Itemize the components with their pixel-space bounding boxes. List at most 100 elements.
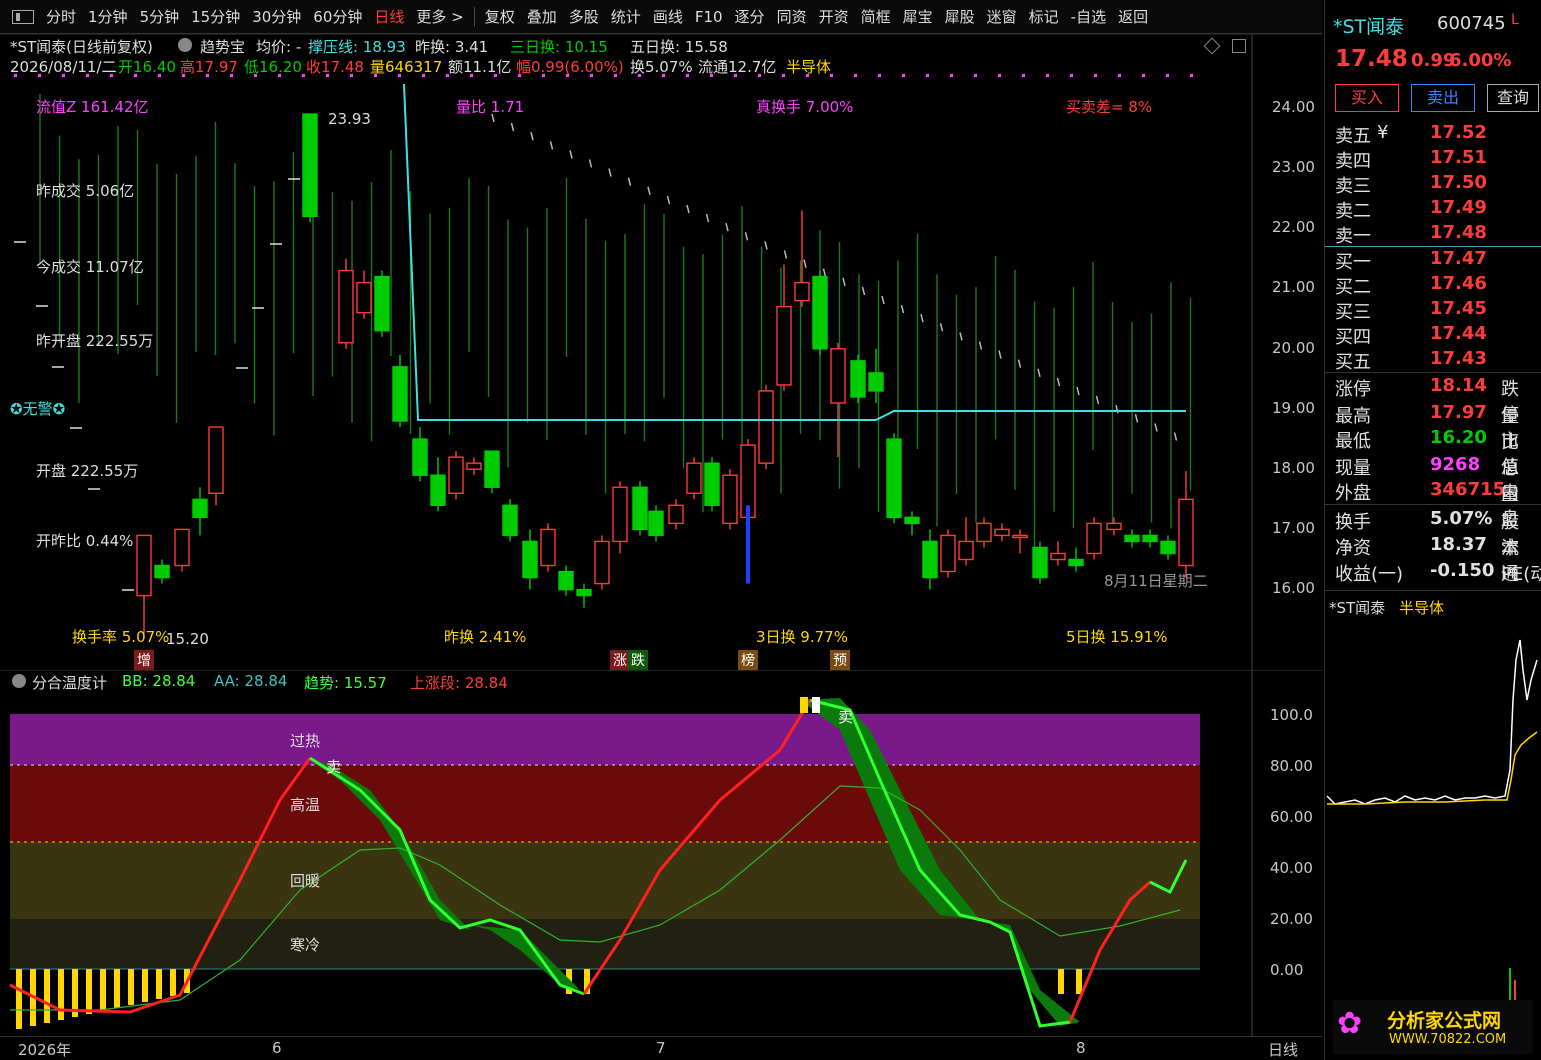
- badge-rank[interactable]: 榜: [738, 650, 758, 670]
- trend-dash: [666, 195, 671, 205]
- mini-intraday-chart[interactable]: [1325, 620, 1541, 1040]
- btn-fanhui[interactable]: 返回: [1112, 6, 1154, 27]
- candle-body: [1106, 522, 1122, 531]
- candle-body: [466, 462, 482, 470]
- btn-xigu[interactable]: 犀股: [939, 6, 981, 27]
- stat-value: 17.97: [1430, 402, 1487, 423]
- period-label[interactable]: 日线: [1268, 1039, 1298, 1060]
- ask-row[interactable]: 卖一 17.48: [1335, 222, 1535, 247]
- prev-turnover-label: 昨换 2.41%: [444, 628, 527, 646]
- today-deal-label: 今成交 11.07亿: [36, 258, 144, 276]
- candle-body: [850, 360, 866, 398]
- stat-row: 最高 17.97 量比: [1335, 402, 1535, 453]
- turnover-5d-label: 5日换 15.91%: [1066, 628, 1168, 646]
- ask-row[interactable]: 卖五 ¥17.52: [1335, 122, 1535, 147]
- candle-body: [612, 486, 628, 543]
- logo-text: 分析家公式网: [1387, 1010, 1502, 1032]
- formula-dropdown-icon[interactable]: [178, 38, 192, 52]
- indicator-chart[interactable]: 分合温度计 BB: 28.84 AA: 28.84 趋势: 15.57 上涨段:…: [0, 670, 1322, 1036]
- stat-label: 现量: [1335, 458, 1371, 479]
- bar-turnover: 换5.07%: [630, 58, 693, 76]
- sell-button[interactable]: 卖出: [1411, 84, 1475, 112]
- btn-jiankuang[interactable]: 简框: [855, 6, 897, 27]
- candle-body: [430, 474, 446, 507]
- tab-30min[interactable]: 30分钟: [246, 6, 307, 27]
- candle-body: [484, 450, 500, 488]
- candle-body: [958, 540, 974, 561]
- tab-1min[interactable]: 1分钟: [82, 6, 134, 27]
- site-logo: ✿ 分析家公式网 WWW.70822.COM: [1333, 1000, 1533, 1054]
- bar-high: 高17.97: [180, 58, 238, 76]
- tab-15min[interactable]: 15分钟: [185, 6, 246, 27]
- bar-sector: 半导体: [786, 58, 832, 76]
- trend-dash: [705, 213, 710, 223]
- signal-bar: [44, 969, 50, 1023]
- tab-daily[interactable]: 日线: [368, 6, 410, 27]
- badge-fall[interactable]: 跌: [628, 650, 648, 670]
- extra-label: 收益(一): [1335, 564, 1404, 585]
- prev-turnover: 昨换: 3.41: [415, 38, 489, 56]
- stat-label: 最高: [1335, 406, 1371, 427]
- zone-hot: [10, 765, 1200, 842]
- panel-toggle-icon[interactable]: [12, 9, 34, 24]
- candle-body: [904, 516, 920, 525]
- btn-tongji[interactable]: 统计: [605, 6, 647, 27]
- trend-dash: [1173, 432, 1178, 441]
- btn-fuquan[interactable]: 复权: [479, 6, 521, 27]
- bid-row[interactable]: 买二 17.46: [1335, 273, 1535, 298]
- candle-body: [192, 498, 208, 519]
- buy-button[interactable]: 买入: [1335, 84, 1399, 112]
- candle-body: [174, 528, 190, 567]
- bid-row[interactable]: 买五 17.43: [1335, 348, 1535, 373]
- candle-body: [868, 372, 884, 392]
- btn-michuang[interactable]: 迷窗: [981, 6, 1023, 27]
- badge-forecast[interactable]: 预: [830, 650, 850, 670]
- tab-more[interactable]: 更多 >: [410, 6, 469, 27]
- x-tick-july: 7: [656, 1039, 666, 1057]
- trend-dash: [861, 286, 866, 296]
- btn-f10[interactable]: F10: [689, 8, 729, 26]
- badge-increase[interactable]: 增: [134, 650, 154, 670]
- stat-value: 16.20: [1430, 427, 1487, 448]
- quote-price: 17.48: [1335, 46, 1408, 72]
- zone-warm: [10, 842, 1200, 919]
- trend-dash: [959, 332, 963, 341]
- btn-zixuan[interactable]: -自选: [1065, 6, 1112, 27]
- bid-row[interactable]: 买一 17.47: [1335, 248, 1535, 273]
- btn-kaizi[interactable]: 开资: [813, 6, 855, 27]
- candle-body: [632, 486, 648, 531]
- extra-row: 换手 5.07% 股本: [1335, 508, 1535, 559]
- indicator-dropdown-icon[interactable]: [12, 674, 26, 688]
- price-tick: 21.00: [1272, 278, 1315, 296]
- tab-60min[interactable]: 60分钟: [307, 6, 368, 27]
- query-button[interactable]: 查询: [1487, 84, 1539, 112]
- indicator-aa: AA: 28.84: [214, 672, 288, 690]
- bar-close: 收17.48: [306, 58, 364, 76]
- bid-row[interactable]: 买三 17.45: [1335, 298, 1535, 323]
- ask-row[interactable]: 卖二 17.49: [1335, 197, 1535, 222]
- btn-tongzi[interactable]: 同资: [771, 6, 813, 27]
- trend-dash: [900, 304, 905, 314]
- btn-xibao[interactable]: 犀宝: [897, 6, 939, 27]
- tab-5min[interactable]: 5分钟: [134, 6, 186, 27]
- window-toggle-icon[interactable]: [1232, 39, 1246, 53]
- price-tick: 17.00: [1272, 519, 1315, 537]
- badge-rise[interactable]: 涨: [610, 650, 630, 670]
- btn-biaoji[interactable]: 标记: [1023, 6, 1065, 27]
- ask-row[interactable]: 卖四 17.51: [1335, 147, 1535, 172]
- btn-zhufen[interactable]: 逐分: [729, 6, 771, 27]
- candle-body: [722, 474, 738, 525]
- bid-row[interactable]: 买四 17.44: [1335, 323, 1535, 348]
- stat-row: 最低 16.20 市值: [1335, 427, 1535, 478]
- btn-diejia[interactable]: 叠加: [521, 6, 563, 27]
- candle-body: [686, 462, 702, 494]
- btn-duogu[interactable]: 多股: [563, 6, 605, 27]
- ask-row[interactable]: 卖三 17.50: [1335, 172, 1535, 197]
- marker-dot: [998, 74, 1001, 77]
- kline-chart[interactable]: *ST闻泰(日线前复权) 趋势宝 均价: - 撑压线: 18.93 昨换: 3.…: [0, 34, 1322, 670]
- trend-dash: [1095, 395, 1100, 405]
- btn-huaxian[interactable]: 画线: [647, 6, 689, 27]
- alarm-status[interactable]: ✪无警✪: [10, 398, 65, 419]
- tab-fenshi[interactable]: 分时: [40, 6, 82, 27]
- price-tick: 19.00: [1272, 399, 1315, 417]
